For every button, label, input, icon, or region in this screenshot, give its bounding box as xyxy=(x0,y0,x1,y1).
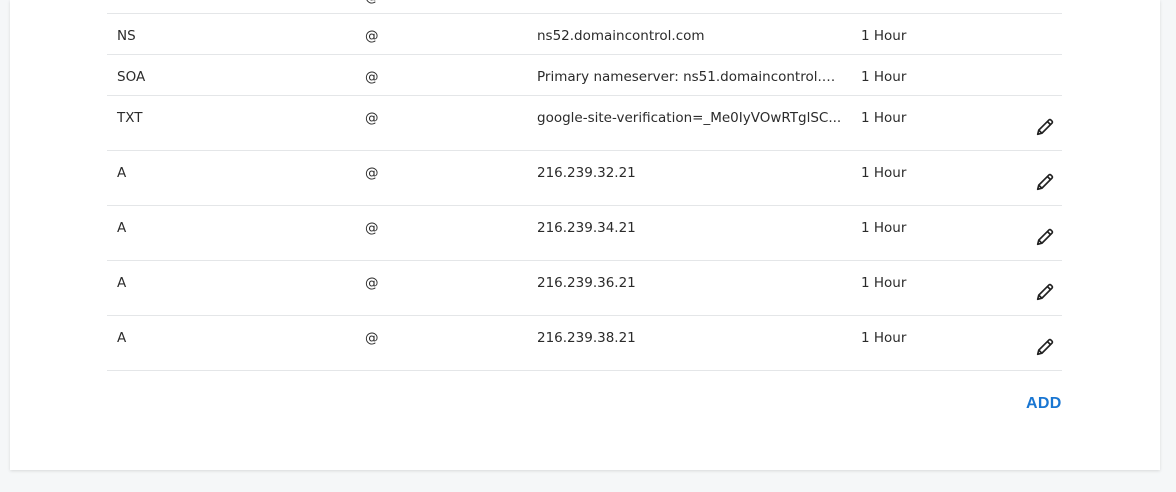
record-name: @ xyxy=(365,28,379,44)
table-row: NS @ ns52.domaincontrol.com 1 Hour xyxy=(107,14,1062,55)
record-ttl: 1 Hour xyxy=(861,220,907,236)
edit-record-button[interactable] xyxy=(1034,171,1056,193)
pencil-icon xyxy=(1036,283,1054,301)
edit-record-button[interactable] xyxy=(1034,336,1056,358)
record-value: 216.239.34.21 xyxy=(537,220,636,236)
table-row: @ xyxy=(107,0,1062,14)
edit-record-button[interactable] xyxy=(1034,116,1056,138)
record-value: google-site-verification=_Me0IyVOwRTglSC… xyxy=(537,110,842,126)
dns-records-table: @ NS @ ns52.domaincontrol.com 1 Hour SOA… xyxy=(107,0,1062,371)
pencil-icon xyxy=(1036,118,1054,136)
edit-record-button[interactable] xyxy=(1034,226,1056,248)
edit-record-button[interactable] xyxy=(1034,281,1056,303)
record-name: @ xyxy=(365,275,379,291)
record-ttl: 1 Hour xyxy=(861,28,907,44)
record-value: Primary nameserver: ns51.domaincontrol.c… xyxy=(537,69,842,85)
table-row: A @ 216.239.32.21 1 Hour xyxy=(107,151,1062,206)
record-ttl: 1 Hour xyxy=(861,165,907,181)
table-row: TXT @ google-site-verification=_Me0IyVOw… xyxy=(107,96,1062,151)
record-ttl: 1 Hour xyxy=(861,275,907,291)
record-type: NS xyxy=(117,28,136,44)
record-name: @ xyxy=(365,330,379,346)
add-record-button[interactable]: ADD xyxy=(1026,395,1062,413)
record-type: TXT xyxy=(117,110,143,126)
record-ttl: 1 Hour xyxy=(861,110,907,126)
table-row: A @ 216.239.38.21 1 Hour xyxy=(107,316,1062,371)
pencil-icon xyxy=(1036,228,1054,246)
table-row: SOA @ Primary nameserver: ns51.domaincon… xyxy=(107,55,1062,96)
dns-records-card: @ NS @ ns52.domaincontrol.com 1 Hour SOA… xyxy=(10,0,1160,470)
record-name: @ xyxy=(365,69,379,85)
record-name: @ xyxy=(365,220,379,236)
record-type: A xyxy=(117,275,127,291)
record-type: SOA xyxy=(117,69,146,85)
table-row: A @ 216.239.36.21 1 Hour xyxy=(107,261,1062,316)
record-name: @ xyxy=(365,0,379,6)
record-value: 216.239.36.21 xyxy=(537,275,636,291)
record-type: A xyxy=(117,165,127,181)
record-value: 216.239.32.21 xyxy=(537,165,636,181)
table-row: A @ 216.239.34.21 1 Hour xyxy=(107,206,1062,261)
record-name: @ xyxy=(365,165,379,181)
pencil-icon xyxy=(1036,338,1054,356)
record-type: A xyxy=(117,220,127,236)
record-ttl: 1 Hour xyxy=(861,330,907,346)
record-value: ns52.domaincontrol.com xyxy=(537,28,705,44)
record-ttl: 1 Hour xyxy=(861,69,907,85)
record-type: A xyxy=(117,330,127,346)
record-name: @ xyxy=(365,110,379,126)
record-value: 216.239.38.21 xyxy=(537,330,636,346)
pencil-icon xyxy=(1036,173,1054,191)
